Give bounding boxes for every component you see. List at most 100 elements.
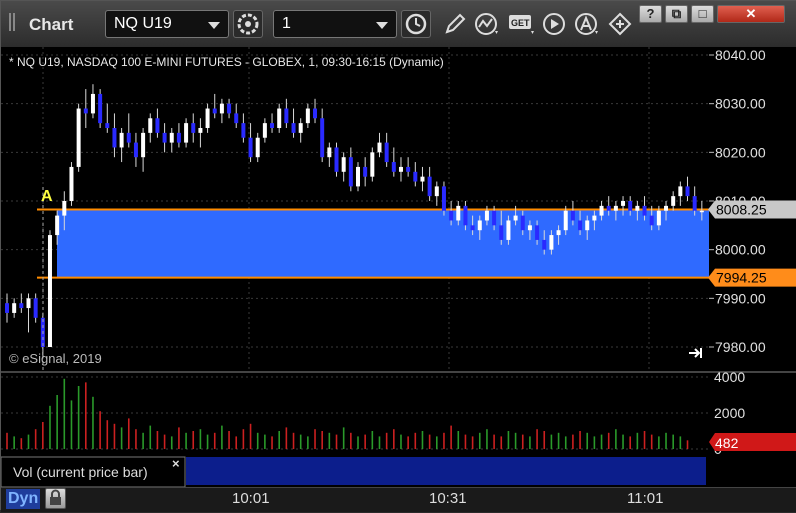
- candle-body: [656, 210, 661, 226]
- candle-body: [341, 157, 346, 172]
- candle-body: [133, 142, 138, 158]
- candle-body: [227, 103, 232, 114]
- volume-tag-value: 482: [715, 435, 739, 451]
- candle-body: [570, 210, 575, 221]
- alert-button[interactable]: [573, 11, 601, 37]
- candle-body: [449, 210, 454, 221]
- symbol-combo[interactable]: NQ U19: [105, 10, 229, 38]
- candle-body: [635, 205, 640, 211]
- interval-combo[interactable]: 1: [273, 10, 397, 38]
- candle-body: [506, 220, 511, 240]
- candle-body: [19, 303, 24, 309]
- volume-legend-bar: [186, 457, 706, 485]
- close-button[interactable]: ✕: [717, 5, 785, 23]
- range-band-fill: [57, 209, 709, 278]
- price-tag-label: 8008.25: [716, 202, 767, 218]
- candle-body: [664, 205, 669, 211]
- candle-body: [391, 162, 396, 172]
- candle-body: [585, 220, 590, 231]
- candle-body: [119, 132, 124, 148]
- chevron-down-icon[interactable]: [208, 22, 220, 29]
- candle-body: [141, 132, 146, 158]
- get-button[interactable]: GET: [507, 11, 535, 37]
- price-tick-label: 7990.00: [715, 290, 766, 306]
- candle-body: [90, 93, 95, 114]
- candle-body: [492, 210, 497, 226]
- candle-body: [613, 205, 618, 211]
- candle-body: [169, 132, 174, 143]
- drag-grip-icon[interactable]: [9, 13, 19, 33]
- replay-button[interactable]: [541, 11, 569, 37]
- settings-button[interactable]: [233, 10, 263, 38]
- price-tag-label: 7994.25: [716, 270, 767, 286]
- marker-label: A: [41, 188, 53, 205]
- candle-body: [69, 166, 74, 201]
- link-button[interactable]: [607, 11, 635, 37]
- candle-body: [520, 215, 525, 231]
- candle-body: [621, 201, 626, 206]
- price-tick-label: 7980.00: [715, 339, 766, 355]
- price-tick-label: 8040.00: [715, 47, 766, 63]
- candle-body: [642, 205, 647, 216]
- symbol-value[interactable]: NQ U19: [114, 15, 172, 33]
- price-tick-label: 8020.00: [715, 144, 766, 160]
- time-axis[interactable]: [1, 487, 796, 512]
- candle-body: [406, 166, 411, 172]
- candle-body: [470, 225, 475, 231]
- studies-button[interactable]: [473, 11, 501, 37]
- candle-body: [542, 239, 547, 250]
- candle-body: [527, 225, 532, 231]
- interval-value[interactable]: 1: [282, 15, 291, 33]
- candle-body: [606, 205, 611, 211]
- candle-body: [427, 176, 432, 197]
- candle-body: [313, 108, 318, 119]
- dynamic-mode-label[interactable]: Dyn: [6, 489, 41, 509]
- candle-body: [413, 171, 418, 182]
- candle-body: [348, 157, 353, 187]
- candle-body: [205, 108, 210, 128]
- candle-body: [549, 235, 554, 250]
- restore-button[interactable]: ⧉: [665, 5, 688, 23]
- settings-icon: [237, 13, 259, 35]
- play-icon: [543, 13, 565, 35]
- candle-body: [112, 128, 117, 148]
- studies-icon: [475, 13, 498, 35]
- candle-body: [320, 118, 325, 158]
- range-band: [37, 208, 709, 279]
- candle-body: [499, 225, 504, 240]
- candle-body: [535, 225, 540, 240]
- clock-icon: [405, 13, 427, 35]
- candle-body: [441, 186, 446, 211]
- time-label: 10:31: [429, 490, 467, 507]
- help-button[interactable]: ?: [639, 5, 662, 23]
- time-label: 10:01: [232, 490, 270, 507]
- price-axis[interactable]: [709, 47, 796, 487]
- copyright-label: © eSignal, 2019: [9, 351, 102, 366]
- candle-body: [563, 210, 568, 231]
- candle-body: [212, 108, 217, 114]
- candle-body: [277, 108, 282, 128]
- time-button[interactable]: [401, 10, 431, 38]
- candle-body: [291, 123, 296, 133]
- candle-body: [26, 298, 31, 309]
- maximize-button[interactable]: □: [691, 5, 714, 23]
- candle-body: [262, 123, 267, 138]
- lock-button[interactable]: [45, 488, 66, 509]
- candle-body: [556, 230, 561, 236]
- candle-body: [105, 123, 110, 128]
- candle-body: [434, 186, 439, 197]
- chevron-down-icon[interactable]: [376, 22, 388, 29]
- candle-body: [578, 220, 583, 231]
- candle-body: [148, 118, 153, 133]
- diamond-arrows-icon: [608, 12, 632, 36]
- close-legend-icon[interactable]: ×: [172, 456, 180, 471]
- candle-body: [198, 128, 203, 133]
- candle-body: [398, 166, 403, 172]
- candle-body: [356, 166, 360, 187]
- draw-button[interactable]: [441, 11, 469, 37]
- price-chart[interactable]: A * NQ U19, NASDAQ 100 E-MINI FUTURES - …: [1, 47, 796, 487]
- candle-body: [12, 303, 17, 313]
- candle-body: [334, 147, 339, 172]
- candle-body: [463, 205, 468, 226]
- candle-body: [191, 123, 196, 133]
